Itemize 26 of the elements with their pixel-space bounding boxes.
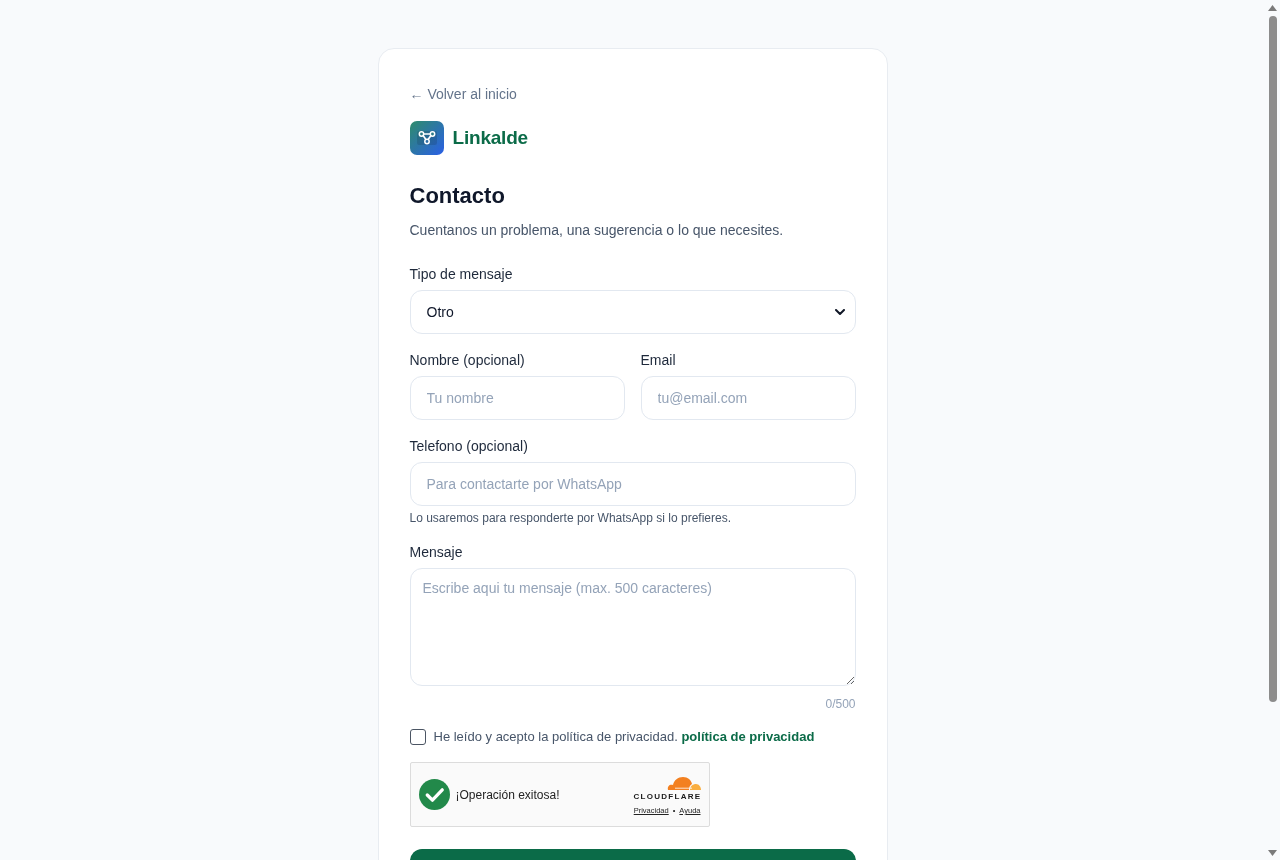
phone-input[interactable]: Para contactarte por WhatsApp bbox=[409, 462, 856, 506]
consent-checkbox[interactable] bbox=[409, 729, 426, 745]
character-counter: 0/500 bbox=[825, 696, 856, 712]
message-textarea[interactable]: Escribe aqui tu mensaje (max. 500 caracteres) bbox=[409, 568, 856, 686]
chevron-down-icon bbox=[834, 308, 845, 316]
scroll-down-arrow-icon[interactable] bbox=[1268, 850, 1277, 856]
field-label: Mensaje bbox=[409, 543, 463, 562]
page-subtitle: Cuentanos un problema, una sugerencia o lo que necesites. bbox=[409, 221, 785, 240]
back-link[interactable]: ← Volver al inicio bbox=[409, 84, 517, 104]
field-label: Email bbox=[640, 351, 676, 370]
message-type-select[interactable]: Otro bbox=[409, 290, 856, 334]
captcha-status-text: ¡Operación exitosa! bbox=[455, 787, 560, 802]
consent-text: He leído y acepto la política de privacidad. política de privacidad bbox=[433, 728, 815, 746]
email-input[interactable]: tu@email.com bbox=[640, 376, 856, 420]
brand-name: Linkalde bbox=[452, 127, 528, 149]
page-title: Contacto bbox=[409, 182, 506, 210]
field-label: Tipo de mensaje bbox=[409, 265, 513, 284]
scroll-up-arrow-icon[interactable] bbox=[1268, 5, 1277, 11]
field-label: Nombre (opcional) bbox=[409, 351, 525, 370]
scrollbar-thumb[interactable] bbox=[1268, 16, 1277, 702]
name-input[interactable]: Tu nombre bbox=[409, 376, 625, 420]
field-label: Telefono (opcional) bbox=[409, 437, 528, 456]
logo-icon bbox=[409, 121, 444, 155]
captcha-provider-name: CLOUDFLARE bbox=[633, 792, 702, 802]
privacy-policy-link[interactable]: política de privacidad bbox=[681, 729, 815, 744]
field-hint: Lo usaremos para responderte por WhatsApp si lo prefieres. bbox=[409, 510, 731, 526]
